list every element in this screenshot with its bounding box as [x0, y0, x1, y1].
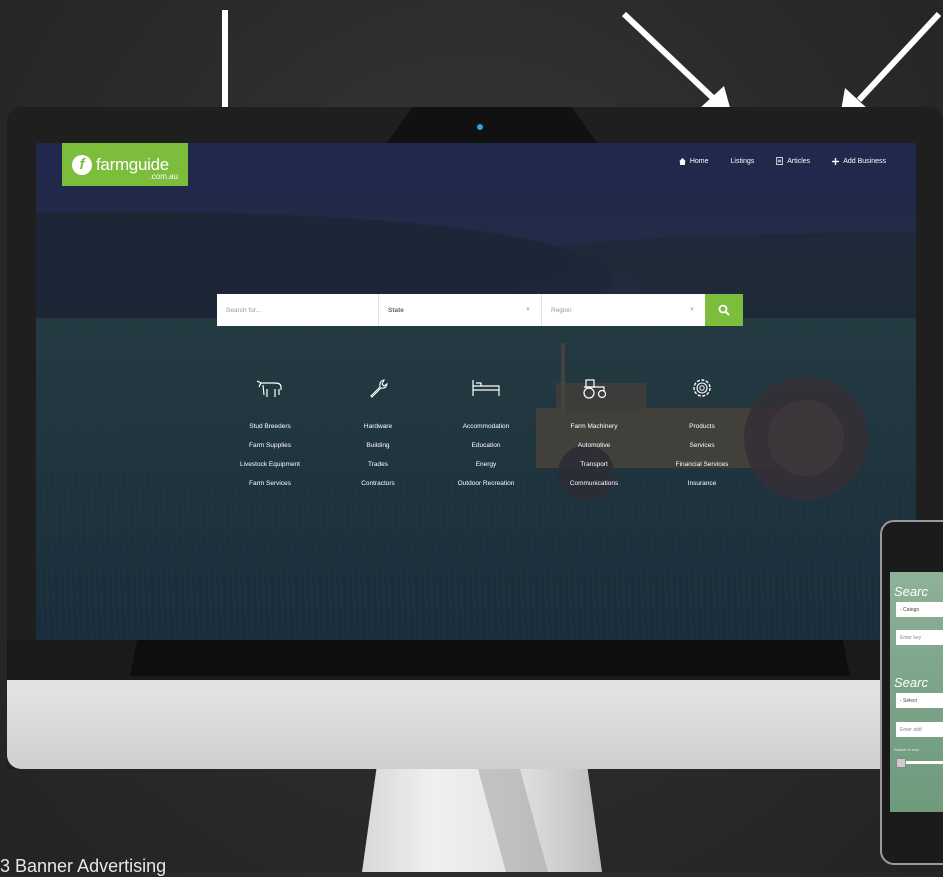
logo-subtext: .com.au: [149, 172, 178, 181]
caption-text: 3 Banner Advertising: [0, 856, 167, 876]
category-link[interactable]: Automotive: [540, 436, 648, 455]
nav-listings-label: Listings: [730, 157, 755, 165]
category-column-hardware: Hardware Building Trades Contractors: [324, 373, 432, 493]
nav-articles[interactable]: Articles: [776, 157, 810, 165]
category-column-livestock: Stud Breeders Farm Supplies Livestock Eq…: [216, 373, 324, 493]
category-link[interactable]: Hardware: [324, 417, 432, 436]
category-grid: Stud Breeders Farm Supplies Livestock Eq…: [216, 373, 756, 493]
nav-add-business-label: Add Business: [843, 157, 886, 165]
category-link[interactable]: Communications: [540, 474, 648, 493]
logo-text: farmguide: [96, 155, 169, 174]
phone-search-title-2: Searc: [894, 675, 928, 690]
category-link[interactable]: Stud Breeders: [216, 417, 324, 436]
nav-articles-label: Articles: [787, 157, 811, 165]
phone-radius-label: Search in radi: [894, 747, 919, 752]
phone-screen: Searc - Catego Enter key Searc - Select …: [890, 572, 943, 812]
phone-search-title: Searc: [894, 584, 928, 599]
phone-keyword-input[interactable]: Enter key: [896, 630, 943, 645]
category-link[interactable]: Financial Services: [648, 455, 756, 474]
category-link[interactable]: Insurance: [648, 474, 756, 493]
main-nav: Home Listings Articles Add Business: [678, 157, 886, 165]
category-link[interactable]: Transport: [540, 455, 648, 474]
category-link[interactable]: Farm Services: [216, 474, 324, 493]
nav-home-label: Home: [689, 157, 709, 165]
category-link[interactable]: Farm Machinery: [540, 417, 648, 436]
nav-home[interactable]: Home: [678, 157, 709, 165]
category-link[interactable]: Education: [432, 436, 540, 455]
monitor-stand: [362, 769, 602, 872]
state-select[interactable]: State ▼: [379, 294, 542, 326]
category-column-accommodation: Accommodation Education Energy Outdoor R…: [432, 373, 540, 493]
gear-icon: [693, 379, 711, 397]
category-link[interactable]: Energy: [432, 455, 540, 474]
tractor-icon: [583, 379, 607, 399]
search-input[interactable]: Search for...: [217, 294, 379, 326]
category-link[interactable]: Contractors: [324, 474, 432, 493]
category-link[interactable]: Livestock Equipment: [216, 455, 324, 474]
document-icon: [776, 157, 783, 165]
category-link[interactable]: Accommodation: [432, 417, 540, 436]
chevron-down-icon: ▼: [689, 307, 695, 313]
monitor-notch: [387, 107, 597, 143]
category-link[interactable]: Products: [648, 417, 756, 436]
nav-add-business[interactable]: Add Business: [832, 157, 886, 165]
region-select[interactable]: Region ▼: [542, 294, 705, 326]
cow-icon: [256, 380, 282, 397]
category-link[interactable]: Outdoor Recreation: [432, 474, 540, 493]
monitor-bottom-notch: [130, 640, 850, 676]
phone-select[interactable]: - Select: [896, 693, 943, 708]
phone-category-select[interactable]: - Catego: [896, 602, 943, 617]
chevron-down-icon: ▼: [525, 307, 531, 313]
phone-slider-knob[interactable]: [896, 758, 906, 768]
category-link[interactable]: Farm Supplies: [216, 436, 324, 455]
category-link[interactable]: Trades: [324, 455, 432, 474]
search-button[interactable]: [705, 294, 743, 326]
search-icon: [718, 304, 730, 316]
monitor-chin: [7, 680, 943, 769]
category-column-machinery: Farm Machinery Automotive Transport Comm…: [540, 373, 648, 493]
search-bar: Search for... State ▼ Region ▼: [217, 294, 743, 326]
region-select-label: Region: [551, 306, 572, 314]
category-link[interactable]: Building: [324, 436, 432, 455]
category-column-services: Products Services Financial Services Ins…: [648, 373, 756, 493]
wrench-icon: [370, 379, 388, 398]
phone-mockup: Searc - Catego Enter key Searc - Select …: [880, 520, 943, 865]
nav-listings[interactable]: Listings: [731, 157, 755, 165]
home-icon: [678, 157, 686, 165]
camera-dot: [477, 124, 483, 130]
bed-icon: [472, 380, 500, 396]
plus-icon: [832, 157, 840, 165]
logo-mark-icon: f: [72, 154, 92, 175]
website-screen: f farmguide .com.au Home Listings Articl…: [36, 143, 916, 640]
phone-address-input[interactable]: Enter add: [896, 722, 943, 737]
category-link[interactable]: Services: [648, 436, 756, 455]
state-select-label: State: [388, 306, 404, 314]
site-logo[interactable]: f farmguide .com.au: [62, 143, 188, 186]
